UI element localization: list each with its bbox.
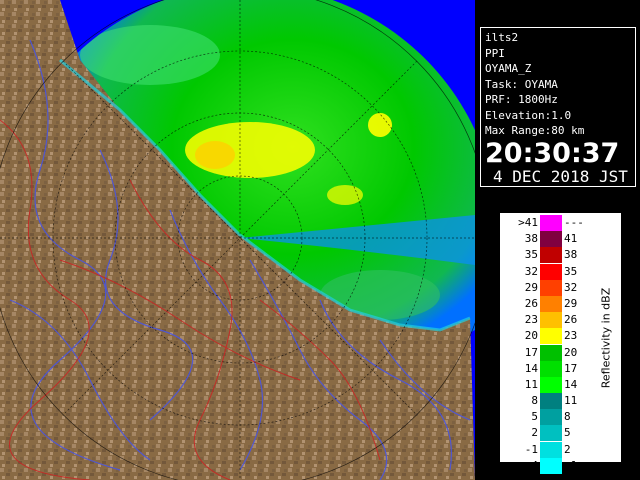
product-name: OYAMA_Z: [485, 62, 532, 75]
legend-high-value: 2: [564, 442, 571, 456]
legend-color-swatch: [540, 231, 562, 248]
legend-high-value: 20: [564, 345, 578, 359]
legend-color-swatch: [540, 425, 562, 442]
legend-row: 32 35: [500, 263, 600, 280]
legend-high-value: 5: [564, 426, 571, 440]
legend-row: 11 14: [500, 376, 600, 393]
legend-row: 35 38: [500, 247, 600, 264]
legend-high-value: 29: [564, 296, 578, 310]
scan-mode: PPI: [485, 46, 505, 60]
legend-low-value: -4: [524, 458, 538, 472]
legend-row: 25: [500, 425, 600, 442]
legend-high-value: 14: [564, 377, 578, 391]
legend-row: 14 17: [500, 360, 600, 377]
max-range-value: Max Range:80 km: [485, 124, 585, 137]
info-panel: ilts2 PPI OYAMA_Z Task: OYAMA PRF: 1800H…: [480, 27, 636, 187]
station-name: ilts2: [485, 31, 519, 44]
legend-low-value: 8: [531, 394, 538, 408]
legend-high-value: 35: [564, 264, 578, 278]
legend-color-swatch: [540, 215, 562, 231]
legend-high-value: 26: [564, 313, 578, 327]
legend-unit-label: Reflectivity in dBZ: [599, 287, 613, 389]
legend-row: 8 11: [500, 393, 600, 410]
legend-low-value: 23: [524, 313, 538, 327]
legend-color-swatch: [540, 295, 562, 312]
legend-row: 23 26: [500, 312, 600, 329]
legend-low-value: -1: [524, 442, 538, 456]
legend-row: >41 ---: [500, 215, 600, 231]
legend-low-value: 26: [524, 296, 538, 310]
legend-color-swatch: [540, 344, 562, 361]
task-name: Task: OYAMA: [485, 77, 558, 91]
legend-high-value: 8: [564, 410, 571, 424]
legend-low-value: 35: [524, 248, 538, 262]
color-scale-legend: >41 --- 38 41 35 38 32 35 29 32 26 29 23 26 20 23 17 20 14…: [499, 212, 622, 474]
legend-color-swatch: [540, 279, 562, 296]
legend-row: 26 29: [500, 295, 600, 312]
legend-color-swatch: [540, 247, 562, 264]
legend-row: -4 -1: [500, 457, 600, 474]
legend-color-swatch: [540, 263, 562, 280]
legend-high-value: 23: [564, 329, 578, 343]
legend-low-value: >41: [518, 216, 538, 229]
legend-low-value: 5: [531, 410, 538, 424]
legend-low-value: 2: [531, 426, 538, 440]
legend-low-value: 11: [524, 377, 538, 391]
radar-ppi-display: [0, 0, 475, 480]
legend-low-value: 38: [524, 232, 538, 246]
legend-high-value: 32: [564, 280, 578, 294]
legend-color-swatch: [540, 441, 562, 458]
prf-value: PRF: 1800Hz: [485, 93, 558, 106]
legend-low-value: 29: [524, 280, 538, 294]
legend-low-value: 14: [524, 361, 538, 375]
legend-color-swatch: [540, 457, 562, 474]
legend-low-value: 17: [524, 345, 538, 359]
observation-time: 20:30:37: [485, 137, 620, 169]
legend-row: 58: [500, 409, 600, 426]
legend-low-value: 32: [524, 264, 538, 278]
legend-scale: >41 --- 38 41 35 38 32 35 29 32 26 29 23 26 20 23 17 20 14…: [500, 215, 600, 474]
legend-color-swatch: [540, 312, 562, 329]
legend-high-value: 17: [564, 361, 578, 375]
legend-row: -1 2: [500, 441, 600, 458]
legend-low-value: 20: [524, 329, 538, 343]
legend-row: 20 23: [500, 328, 600, 345]
legend-color-swatch: [540, 409, 562, 426]
legend-color-swatch: [540, 376, 562, 393]
observation-date: 4 DEC 2018 JST: [493, 166, 628, 186]
legend-color-swatch: [540, 328, 562, 345]
legend-high-value: ---: [564, 216, 584, 229]
legend-row: 17 20: [500, 344, 600, 361]
legend-high-value: 41: [564, 232, 578, 246]
legend-row: 29 32: [500, 279, 600, 296]
elevation-value: Elevation:1.0: [485, 108, 572, 122]
legend-color-swatch: [540, 393, 562, 410]
legend-high-value: 38: [564, 248, 578, 262]
legend-high-value: 11: [564, 394, 578, 408]
legend-row: 38 41: [500, 231, 600, 248]
legend-high-value: -1: [564, 458, 578, 472]
legend-color-swatch: [540, 360, 562, 377]
